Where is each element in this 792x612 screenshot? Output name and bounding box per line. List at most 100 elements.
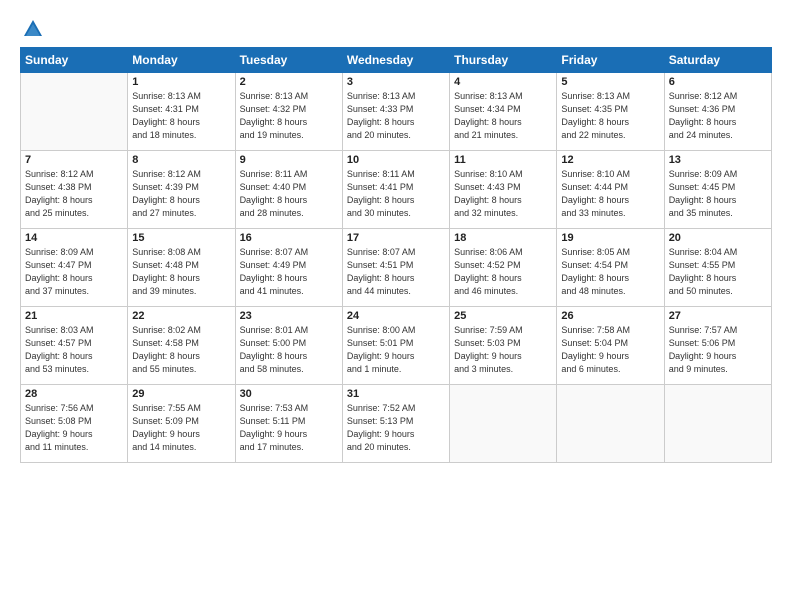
day-number: 31: [347, 388, 445, 400]
calendar-week-row: 21 Sunrise: 8:03 AM Sunset: 4:57 PM Dayli…: [21, 307, 772, 385]
calendar-cell: 5 Sunrise: 8:13 AM Sunset: 4:35 PM Daylig…: [557, 73, 664, 151]
day-info: Sunrise: 8:00 AM Sunset: 5:01 PM Dayligh…: [347, 324, 445, 376]
day-number: 18: [454, 232, 552, 244]
calendar-cell: 10 Sunrise: 8:11 AM Sunset: 4:41 PM Dayli…: [342, 151, 449, 229]
calendar-cell: 1 Sunrise: 8:13 AM Sunset: 4:31 PM Daylig…: [128, 73, 235, 151]
calendar-cell: 16 Sunrise: 8:07 AM Sunset: 4:49 PM Dayli…: [235, 229, 342, 307]
calendar-table: SundayMondayTuesdayWednesdayThursdayFrid…: [20, 47, 772, 463]
day-info: Sunrise: 8:04 AM Sunset: 4:55 PM Dayligh…: [669, 246, 767, 298]
day-info: Sunrise: 7:53 AM Sunset: 5:11 PM Dayligh…: [240, 402, 338, 454]
day-info: Sunrise: 7:58 AM Sunset: 5:04 PM Dayligh…: [561, 324, 659, 376]
day-info: Sunrise: 8:08 AM Sunset: 4:48 PM Dayligh…: [132, 246, 230, 298]
calendar-cell: [450, 385, 557, 463]
day-number: 21: [25, 310, 123, 322]
day-info: Sunrise: 7:52 AM Sunset: 5:13 PM Dayligh…: [347, 402, 445, 454]
weekday-header-sunday: Sunday: [21, 48, 128, 73]
day-info: Sunrise: 8:11 AM Sunset: 4:41 PM Dayligh…: [347, 168, 445, 220]
day-info: Sunrise: 8:06 AM Sunset: 4:52 PM Dayligh…: [454, 246, 552, 298]
day-info: Sunrise: 8:12 AM Sunset: 4:36 PM Dayligh…: [669, 90, 767, 142]
calendar-cell: 23 Sunrise: 8:01 AM Sunset: 5:00 PM Dayli…: [235, 307, 342, 385]
calendar-cell: 15Sunrise: 8:08 AM Sunset: 4:48 PM Dayli…: [128, 229, 235, 307]
calendar-cell: 9Sunrise: 8:11 AM Sunset: 4:40 PM Daylig…: [235, 151, 342, 229]
calendar-cell: 11 Sunrise: 8:10 AM Sunset: 4:43 PM Dayli…: [450, 151, 557, 229]
day-number: 19: [561, 232, 659, 244]
day-info: Sunrise: 8:09 AM Sunset: 4:47 PM Dayligh…: [25, 246, 123, 298]
calendar-cell: [664, 385, 771, 463]
calendar-cell: 8 Sunrise: 8:12 AM Sunset: 4:39 PM Daylig…: [128, 151, 235, 229]
day-number: 25: [454, 310, 552, 322]
day-number: 11: [454, 154, 552, 166]
day-number: 13: [669, 154, 767, 166]
day-info: Sunrise: 8:13 AM Sunset: 4:33 PM Dayligh…: [347, 90, 445, 142]
day-number: 16: [240, 232, 338, 244]
page: SundayMondayTuesdayWednesdayThursdayFrid…: [0, 0, 792, 612]
day-info: Sunrise: 8:05 AM Sunset: 4:54 PM Dayligh…: [561, 246, 659, 298]
day-number: 23: [240, 310, 338, 322]
weekday-header-saturday: Saturday: [664, 48, 771, 73]
calendar-cell: 12 Sunrise: 8:10 AM Sunset: 4:44 PM Dayli…: [557, 151, 664, 229]
day-info: Sunrise: 8:13 AM Sunset: 4:34 PM Dayligh…: [454, 90, 552, 142]
calendar-cell: 18 Sunrise: 8:06 AM Sunset: 4:52 PM Dayli…: [450, 229, 557, 307]
day-info: Sunrise: 7:59 AM Sunset: 5:03 PM Dayligh…: [454, 324, 552, 376]
day-info: Sunrise: 8:10 AM Sunset: 4:43 PM Dayligh…: [454, 168, 552, 220]
calendar-cell: 14Sunrise: 8:09 AM Sunset: 4:47 PM Dayli…: [21, 229, 128, 307]
day-info: Sunrise: 8:09 AM Sunset: 4:45 PM Dayligh…: [669, 168, 767, 220]
calendar-cell: 30 Sunrise: 7:53 AM Sunset: 5:11 PM Dayli…: [235, 385, 342, 463]
day-info: Sunrise: 8:01 AM Sunset: 5:00 PM Dayligh…: [240, 324, 338, 376]
day-info: Sunrise: 8:13 AM Sunset: 4:31 PM Dayligh…: [132, 90, 230, 142]
day-info: Sunrise: 7:55 AM Sunset: 5:09 PM Dayligh…: [132, 402, 230, 454]
calendar-cell: 27Sunrise: 7:57 AM Sunset: 5:06 PM Dayli…: [664, 307, 771, 385]
day-info: Sunrise: 8:07 AM Sunset: 4:49 PM Dayligh…: [240, 246, 338, 298]
day-number: 5: [561, 76, 659, 88]
day-number: 4: [454, 76, 552, 88]
day-number: 30: [240, 388, 338, 400]
calendar-cell: 20Sunrise: 8:04 AM Sunset: 4:55 PM Dayli…: [664, 229, 771, 307]
calendar-cell: 24 Sunrise: 8:00 AM Sunset: 5:01 PM Dayli…: [342, 307, 449, 385]
calendar-cell: 13 Sunrise: 8:09 AM Sunset: 4:45 PM Dayli…: [664, 151, 771, 229]
calendar-cell: 4 Sunrise: 8:13 AM Sunset: 4:34 PM Daylig…: [450, 73, 557, 151]
day-number: 28: [25, 388, 123, 400]
day-number: 22: [132, 310, 230, 322]
day-number: 1: [132, 76, 230, 88]
weekday-header-wednesday: Wednesday: [342, 48, 449, 73]
calendar-cell: 19 Sunrise: 8:05 AM Sunset: 4:54 PM Dayli…: [557, 229, 664, 307]
day-number: 10: [347, 154, 445, 166]
day-info: Sunrise: 8:02 AM Sunset: 4:58 PM Dayligh…: [132, 324, 230, 376]
calendar-cell: [21, 73, 128, 151]
calendar-cell: [557, 385, 664, 463]
calendar-week-row: 14Sunrise: 8:09 AM Sunset: 4:47 PM Dayli…: [21, 229, 772, 307]
day-info: Sunrise: 8:12 AM Sunset: 4:38 PM Dayligh…: [25, 168, 123, 220]
day-number: 3: [347, 76, 445, 88]
day-info: Sunrise: 8:11 AM Sunset: 4:40 PM Dayligh…: [240, 168, 338, 220]
calendar-cell: 3 Sunrise: 8:13 AM Sunset: 4:33 PM Daylig…: [342, 73, 449, 151]
calendar-cell: 31 Sunrise: 7:52 AM Sunset: 5:13 PM Dayli…: [342, 385, 449, 463]
calendar-cell: 21 Sunrise: 8:03 AM Sunset: 4:57 PM Dayli…: [21, 307, 128, 385]
day-number: 26: [561, 310, 659, 322]
calendar-week-row: 7 Sunrise: 8:12 AM Sunset: 4:38 PM Daylig…: [21, 151, 772, 229]
calendar-cell: 25 Sunrise: 7:59 AM Sunset: 5:03 PM Dayli…: [450, 307, 557, 385]
weekday-header-row: SundayMondayTuesdayWednesdayThursdayFrid…: [21, 48, 772, 73]
day-info: Sunrise: 8:13 AM Sunset: 4:32 PM Dayligh…: [240, 90, 338, 142]
day-info: Sunrise: 8:03 AM Sunset: 4:57 PM Dayligh…: [25, 324, 123, 376]
logo: [20, 18, 44, 37]
day-number: 8: [132, 154, 230, 166]
calendar-cell: 28 Sunrise: 7:56 AM Sunset: 5:08 PM Dayli…: [21, 385, 128, 463]
day-info: Sunrise: 8:10 AM Sunset: 4:44 PM Dayligh…: [561, 168, 659, 220]
day-info: Sunrise: 8:13 AM Sunset: 4:35 PM Dayligh…: [561, 90, 659, 142]
day-info: Sunrise: 7:56 AM Sunset: 5:08 PM Dayligh…: [25, 402, 123, 454]
day-number: 7: [25, 154, 123, 166]
weekday-header-tuesday: Tuesday: [235, 48, 342, 73]
day-info: Sunrise: 7:57 AM Sunset: 5:06 PM Dayligh…: [669, 324, 767, 376]
calendar-cell: 7 Sunrise: 8:12 AM Sunset: 4:38 PM Daylig…: [21, 151, 128, 229]
day-number: 17: [347, 232, 445, 244]
day-number: 6: [669, 76, 767, 88]
weekday-header-friday: Friday: [557, 48, 664, 73]
day-number: 29: [132, 388, 230, 400]
calendar-cell: 29 Sunrise: 7:55 AM Sunset: 5:09 PM Dayli…: [128, 385, 235, 463]
calendar-week-row: 28 Sunrise: 7:56 AM Sunset: 5:08 PM Dayli…: [21, 385, 772, 463]
day-number: 2: [240, 76, 338, 88]
day-number: 24: [347, 310, 445, 322]
calendar-cell: 17Sunrise: 8:07 AM Sunset: 4:51 PM Dayli…: [342, 229, 449, 307]
day-info: Sunrise: 8:12 AM Sunset: 4:39 PM Dayligh…: [132, 168, 230, 220]
day-number: 12: [561, 154, 659, 166]
